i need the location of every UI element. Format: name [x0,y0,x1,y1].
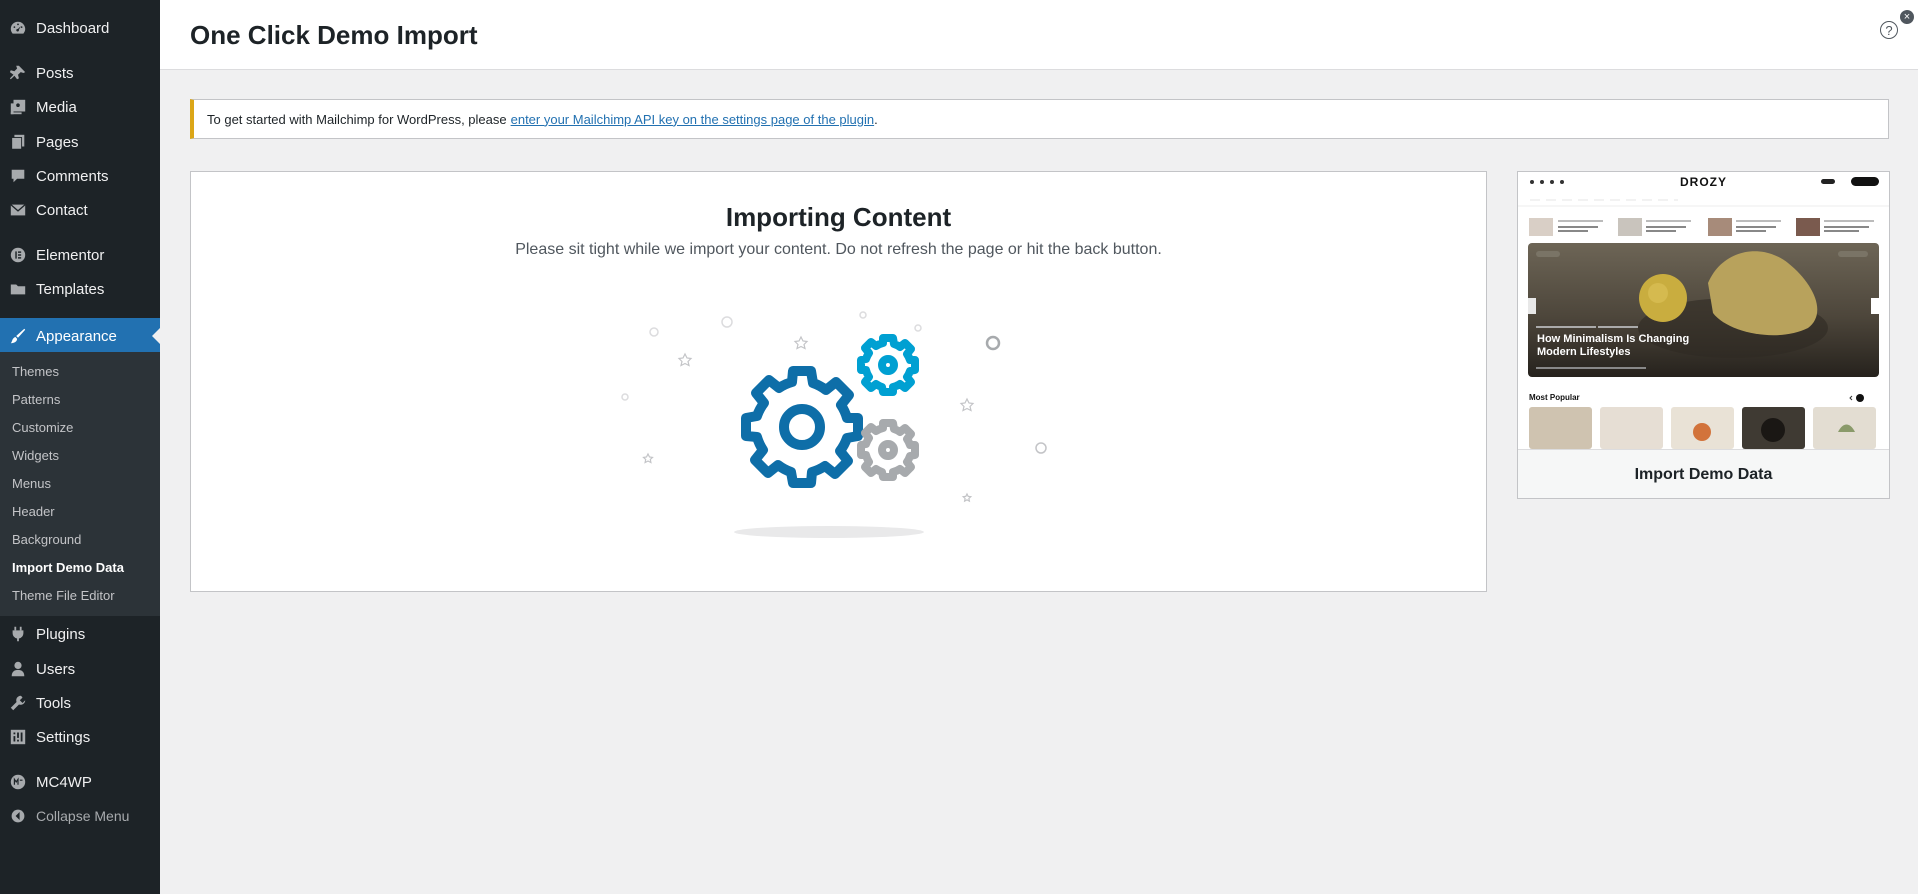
gear-large-icon [741,366,863,488]
mailchimp-notice: To get started with Mailchimp for WordPr… [190,99,1889,139]
sidebar-item-label: Templates [36,280,105,298]
submenu-item-customize[interactable]: Customize [12,418,73,438]
sidebar-item-label: Contact [36,201,88,219]
sidebar-item-contact[interactable]: Contact [0,193,160,227]
import-description: Please sit tight while we import your co… [515,241,1162,258]
sidebar-item-label: Plugins [36,625,86,643]
sidebar-item-label: MC4WP [36,773,92,791]
collapse-menu-label: Collapse Menu [36,808,130,824]
comment-icon [8,166,28,186]
sliders-icon [8,727,28,747]
preview-popular-row [1529,394,1876,449]
sidebar-item-dashboard[interactable]: Dashboard [0,11,160,45]
sidebar-item-label: Tools [36,694,72,712]
sidebar-item-templates[interactable]: Templates [0,272,160,306]
wrench-icon [8,693,28,713]
elementor-icon [8,245,28,265]
sidebar-item-label: Users [36,660,76,678]
sidebar-item-label: Posts [36,64,74,82]
close-icon[interactable]: × [1900,10,1914,24]
notice-text: To get started with Mailchimp for WordPr… [207,111,507,127]
sidebar-item-posts[interactable]: Posts [0,56,160,90]
help-icon[interactable]: ? [1880,21,1898,39]
sidebar-item-label: Pages [36,133,79,151]
gears-illustration [621,311,1047,538]
sidebar-item-label: Media [36,98,77,116]
user-icon [8,659,28,679]
sidebar-item-appearance[interactable]: Appearance [0,318,160,354]
sidebar-item-elementor[interactable]: Elementor [0,238,160,272]
sidebar-item-label: Dashboard [36,19,110,37]
submenu-item-background[interactable]: Background [12,530,81,550]
pages-icon [8,132,28,152]
gear-grey-icon [857,419,919,481]
demo-card[interactable]: DROZY How Minimalism Is Changing Modern … [1517,171,1890,499]
sidebar-item-settings[interactable]: Settings [0,720,160,754]
sidebar-item-users[interactable]: Users [0,652,160,686]
notice-settings-link[interactable]: enter your Mailchimp API key on the sett… [511,112,875,127]
media-icon [8,97,28,117]
appearance-submenu: Themes Patterns Customize Widgets Menus … [0,352,160,616]
sidebar-item-pages[interactable]: Pages [0,125,160,159]
preview-trending-strip [1529,218,1874,236]
submenu-item-header[interactable]: Header [12,502,55,522]
sidebar-item-media[interactable]: Media [0,90,160,124]
gear-blue-icon [857,334,919,396]
submenu-item-patterns[interactable]: Patterns [12,390,60,410]
sidebar-item-label: Appearance [36,327,117,345]
submenu-item-import-demo-data[interactable]: Import Demo Data [12,558,124,578]
page-title: One Click Demo Import [190,20,478,50]
sidebar-item-comments[interactable]: Comments [0,159,160,193]
sidebar-item-label: Settings [36,728,91,746]
import-progress-panel: Importing Content Please sit tight while… [190,171,1487,592]
sidebar-item-label: Comments [36,167,109,185]
import-title: Importing Content [725,202,952,232]
submenu-item-menus[interactable]: Menus [12,474,51,494]
page-header: One Click Demo Import ? × [160,0,1918,70]
sidebar-item-tools[interactable]: Tools [0,686,160,720]
admin-sidebar: Dashboard Posts Media Pages Comments Con… [0,0,160,894]
submenu-item-widgets[interactable]: Widgets [12,446,59,466]
decor-circle-strong [985,335,1001,351]
collapse-arrow-icon [8,806,28,826]
notice-period: . [874,111,878,127]
mail-icon [8,200,28,220]
submenu-item-theme-file-editor[interactable]: Theme File Editor [12,586,115,606]
folder-icon [8,279,28,299]
pin-icon [8,63,28,83]
import-demo-data-button[interactable]: Import Demo Data [1518,449,1889,498]
shadow-shape [734,526,924,538]
mc4wp-icon [8,772,28,792]
preview-featured-title-1: How Minimalism Is Changing [1537,333,1690,345]
submenu-item-themes[interactable]: Themes [12,362,59,382]
preview-brand-logo: DROZY [1680,175,1727,189]
demo-preview-image: DROZY How Minimalism Is Changing Modern … [1518,172,1889,449]
collapse-menu-button[interactable]: Collapse Menu [0,799,160,833]
preview-featured-title-2: Modern Lifestyles [1537,346,1631,358]
sidebar-item-label: Elementor [36,246,105,264]
brush-icon [8,326,28,346]
sidebar-item-plugins[interactable]: Plugins [0,617,160,651]
plug-icon [8,624,28,644]
sidebar-item-mc4wp[interactable]: MC4WP [0,765,160,799]
dashboard-icon [8,18,28,38]
